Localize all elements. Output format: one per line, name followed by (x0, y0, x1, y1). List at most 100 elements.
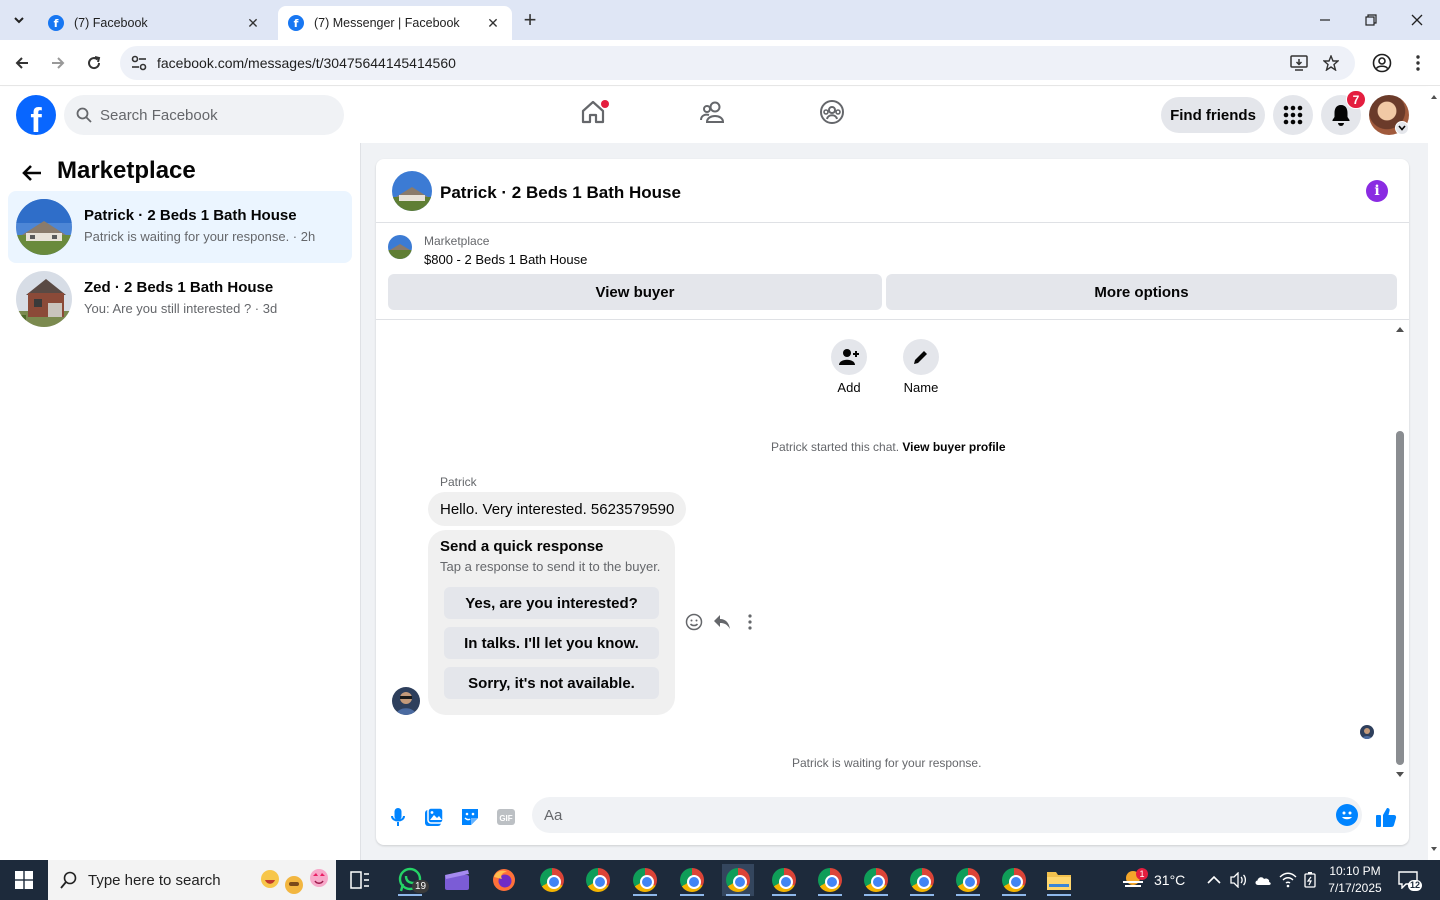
video-editor-taskbar-button[interactable] (441, 864, 473, 896)
address-bar[interactable]: facebook.com/messages/t/3047564414541456… (120, 46, 1355, 80)
chrome-taskbar-button[interactable] (998, 864, 1030, 896)
message-input[interactable]: Aa (532, 797, 1362, 833)
tab-title: (7) Messenger | Facebook (314, 16, 460, 30)
listing-thumbnail[interactable] (388, 235, 412, 259)
chrome-taskbar-button[interactable] (676, 864, 708, 896)
conversation-item-patrick[interactable]: Patrick · 2 Beds 1 Bath House Patrick is… (8, 191, 352, 263)
quick-response-button[interactable]: In talks. I'll let you know. (444, 627, 659, 659)
message-input-placeholder: Aa (544, 806, 563, 824)
info-icon[interactable]: i (1366, 180, 1388, 202)
weather-widget[interactable]: 1 31°C (1120, 860, 1185, 900)
close-window-button[interactable] (1394, 0, 1440, 40)
tab-close-icon[interactable]: ✕ (484, 15, 502, 32)
firefox-taskbar-button[interactable] (488, 864, 520, 896)
listing-price-title[interactable]: $800 - 2 Beds 1 Bath House (424, 252, 587, 267)
minimize-button[interactable] (1302, 0, 1348, 40)
sidebar-title: Marketplace (57, 157, 196, 184)
friends-nav-button[interactable] (700, 99, 726, 125)
battery-button[interactable] (1302, 860, 1318, 900)
view-buyer-profile-link[interactable]: View buyer profile (902, 440, 1005, 454)
reply-button[interactable] (712, 612, 732, 632)
restore-button[interactable] (1348, 0, 1394, 40)
chrome-icon (910, 868, 934, 892)
chrome-taskbar-button[interactable] (906, 864, 938, 896)
network-button[interactable] (1279, 860, 1297, 900)
start-button[interactable] (0, 860, 48, 900)
send-like-button[interactable] (1372, 803, 1400, 831)
tab-search-button[interactable] (6, 8, 32, 32)
more-options-button[interactable]: More options (886, 274, 1397, 310)
firefox-icon (493, 869, 515, 891)
bookmark-star-icon[interactable] (1323, 55, 1339, 71)
onedrive-button[interactable] (1254, 860, 1272, 900)
quick-response-button[interactable]: Sorry, it's not available. (444, 667, 659, 699)
notification-count: 12 (1408, 880, 1423, 891)
facebook-search-input[interactable]: Search Facebook (64, 95, 344, 135)
account-chevron-icon[interactable] (1395, 121, 1409, 135)
chrome-active-taskbar-button[interactable] (722, 864, 754, 896)
clock[interactable]: 10:10 PM 7/17/2025 (1320, 863, 1390, 897)
profile-button[interactable] (1367, 48, 1397, 78)
running-indicator (956, 894, 980, 896)
sender-avatar[interactable] (392, 687, 420, 715)
browser-menu-button[interactable] (1403, 48, 1433, 78)
voice-clip-button[interactable] (384, 803, 412, 831)
emoji-button[interactable] (1336, 804, 1358, 826)
arrow-right-icon (52, 57, 65, 69)
groups-nav-button[interactable] (819, 99, 845, 125)
action-center-button[interactable]: 12 (1398, 860, 1423, 900)
facebook-favicon-icon: f (288, 15, 304, 31)
browser-tab-facebook[interactable]: f (7) Facebook ✕ (38, 6, 272, 40)
chat-avatar[interactable] (392, 171, 432, 211)
add-people-button[interactable] (831, 339, 867, 375)
view-buyer-button[interactable]: View buyer (388, 274, 882, 310)
forward-button[interactable] (43, 48, 73, 78)
whatsapp-taskbar-button[interactable]: 19 (394, 864, 430, 896)
home-nav-button[interactable] (580, 99, 609, 125)
facebook-header: f Search Facebook Find friends 7 (0, 87, 1428, 143)
quick-response-button[interactable]: Yes, are you interested? (444, 587, 659, 619)
message-more-button[interactable] (740, 612, 760, 632)
tab-close-icon[interactable]: ✕ (244, 15, 262, 32)
menu-button[interactable] (1273, 95, 1313, 135)
install-app-icon[interactable] (1290, 55, 1308, 71)
search-highlight-emoji-icon (260, 868, 330, 896)
react-button[interactable] (684, 612, 704, 632)
running-indicator (1002, 894, 1026, 896)
restore-icon (1365, 14, 1377, 26)
taskbar-search-input[interactable]: Type here to search (48, 860, 336, 900)
facebook-logo[interactable]: f (16, 95, 56, 135)
show-hidden-icons-button[interactable] (1207, 860, 1221, 900)
edit-name-button[interactable] (903, 339, 939, 375)
thumbs-up-icon (1376, 808, 1397, 827)
scroll-up-arrow-icon (1396, 327, 1404, 332)
new-tab-button[interactable]: + (518, 7, 542, 32)
running-indicator (680, 894, 704, 896)
conversation-item-zed[interactable]: Zed · 2 Beds 1 Bath House You: Are you s… (8, 263, 352, 335)
find-friends-button[interactable]: Find friends (1161, 97, 1265, 133)
running-indicator (818, 894, 842, 896)
browser-tab-messenger[interactable]: f (7) Messenger | Facebook ✕ (278, 6, 512, 40)
site-info-icon[interactable] (130, 54, 148, 72)
task-view-button[interactable] (344, 864, 376, 896)
file-explorer-taskbar-button[interactable] (1043, 864, 1075, 896)
chrome-taskbar-button[interactable] (952, 864, 984, 896)
back-button[interactable] (7, 48, 37, 78)
chrome-profile-a-taskbar-button[interactable] (582, 864, 614, 896)
message-bubble[interactable]: Hello. Very interested. 5623579590 (428, 492, 687, 526)
volume-button[interactable] (1230, 860, 1248, 900)
chrome-taskbar-button[interactable] (814, 864, 846, 896)
chrome-profile-d-taskbar-button[interactable] (536, 864, 568, 896)
chrome-taskbar-button[interactable] (768, 864, 800, 896)
back-arrow-button[interactable] (18, 159, 46, 187)
chrome-taskbar-button[interactable] (629, 864, 661, 896)
reload-button[interactable] (79, 48, 109, 78)
attach-photo-button[interactable] (420, 803, 448, 831)
sticker-button[interactable] (456, 803, 484, 831)
page-scrollbar[interactable] (1428, 87, 1440, 860)
notification-count-badge: 7 (1346, 90, 1366, 109)
chrome-taskbar-button[interactable] (860, 864, 892, 896)
chat-scrollbar-thumb[interactable] (1396, 431, 1404, 765)
tab-title: (7) Facebook (74, 16, 148, 30)
gif-button[interactable]: GIF (492, 803, 520, 831)
